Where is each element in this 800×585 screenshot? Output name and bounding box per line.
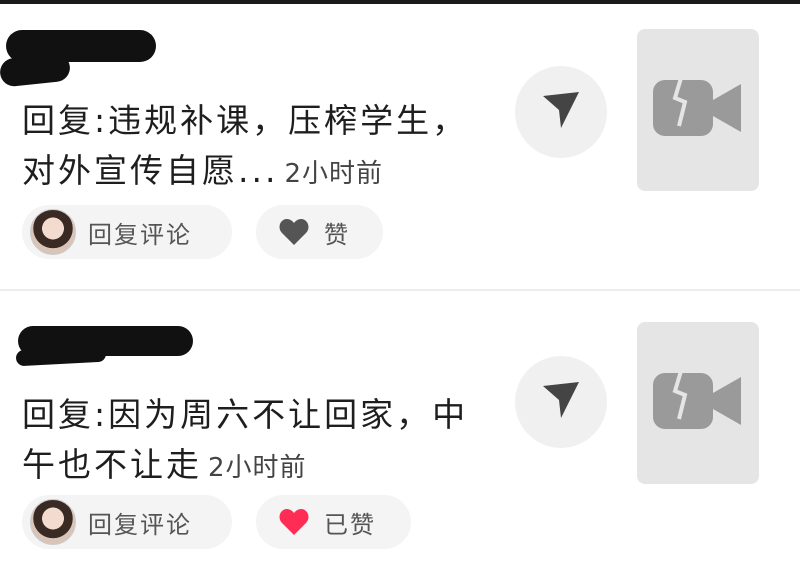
like-label: 已赞 bbox=[324, 510, 376, 539]
notification-item[interactable]: 回复:因为周六不让回家，中午也不让走 2小时前 回复评论 已赞 bbox=[0, 292, 800, 585]
comment-text: 回复:因为周六不让回家，中午也不让走 2小时前 bbox=[22, 390, 492, 493]
send-arrow-icon bbox=[539, 378, 583, 426]
like-label: 赞 bbox=[324, 220, 350, 249]
comment-prefix: 回复: bbox=[22, 101, 109, 140]
send-button[interactable] bbox=[515, 66, 607, 158]
liked-button[interactable]: 已赞 bbox=[256, 495, 411, 549]
video-camera-icon bbox=[651, 76, 745, 144]
heart-icon bbox=[278, 507, 310, 537]
heart-icon bbox=[278, 217, 310, 247]
video-thumbnail[interactable] bbox=[637, 322, 759, 484]
avatar bbox=[30, 209, 76, 255]
redacted-username-scribble bbox=[15, 345, 107, 367]
comment-text: 回复:违规补课，压榨学生，对外宣传自愿... 2小时前 bbox=[22, 96, 492, 199]
reply-comment-label: 回复评论 bbox=[88, 510, 192, 539]
comment-time: 2小时前 bbox=[284, 159, 384, 189]
avatar bbox=[30, 499, 76, 545]
comment-prefix: 回复: bbox=[22, 395, 109, 434]
reply-comment-label: 回复评论 bbox=[88, 220, 192, 249]
reply-comment-button[interactable]: 回复评论 bbox=[22, 495, 232, 549]
redacted-username-scribble bbox=[0, 52, 72, 88]
send-arrow-icon bbox=[539, 88, 583, 136]
notification-item[interactable]: 回复:违规补课，压榨学生，对外宣传自愿... 2小时前 回复评论 赞 bbox=[0, 4, 800, 290]
reply-comment-button[interactable]: 回复评论 bbox=[22, 205, 232, 259]
list-divider bbox=[0, 289, 800, 291]
video-thumbnail[interactable] bbox=[637, 29, 759, 191]
video-camera-icon bbox=[651, 369, 745, 437]
like-button[interactable]: 赞 bbox=[256, 205, 383, 259]
comment-time: 2小时前 bbox=[208, 453, 307, 483]
send-button[interactable] bbox=[515, 356, 607, 448]
